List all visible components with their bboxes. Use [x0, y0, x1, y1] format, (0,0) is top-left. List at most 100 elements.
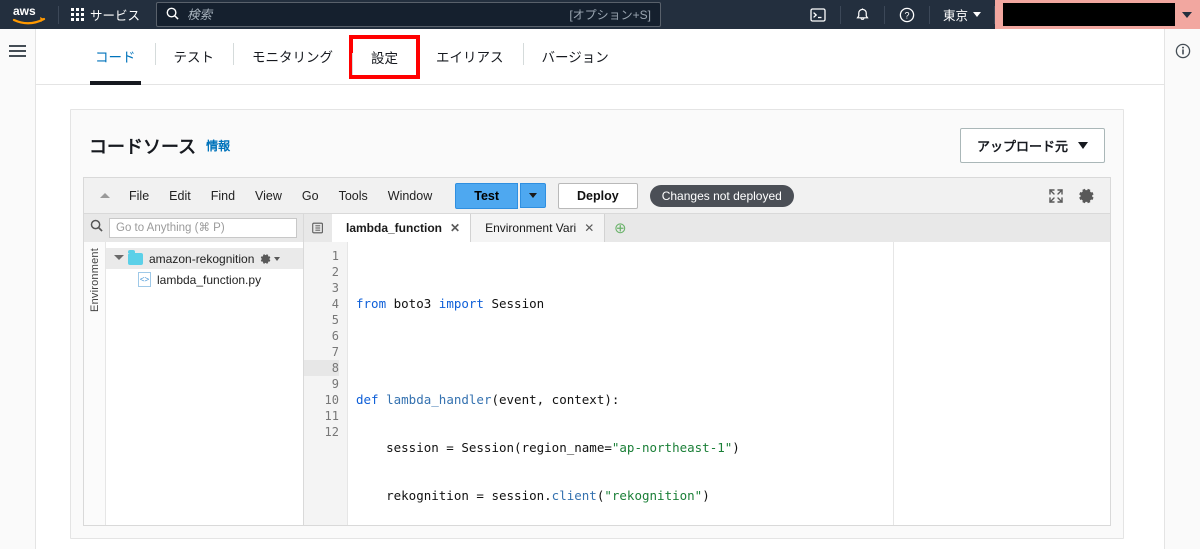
collapse-menu-icon[interactable] — [92, 193, 118, 198]
test-button[interactable]: Test — [455, 182, 519, 209]
goto-anything-input[interactable] — [109, 218, 297, 238]
ide-sidebar: Environment amazon-rekognition — [84, 214, 304, 525]
close-icon[interactable]: ✕ — [450, 221, 460, 235]
page-title: コードソース — [89, 136, 197, 157]
main-content: コード テスト モニタリング 設定 エイリアス バージョン コードソース 情報 … — [36, 29, 1164, 549]
hamburger-menu-icon[interactable] — [9, 45, 26, 57]
help-circle-icon[interactable]: ? — [885, 0, 929, 29]
aws-logo[interactable]: aws — [0, 0, 58, 29]
notifications-bell-icon[interactable] — [841, 0, 884, 29]
line-number: 6 — [331, 329, 339, 343]
chevron-down-icon — [1078, 142, 1088, 149]
tab-test[interactable]: テスト — [154, 28, 234, 84]
deploy-button[interactable]: Deploy — [558, 182, 638, 209]
close-icon[interactable]: ✕ — [584, 221, 594, 235]
info-circle-icon[interactable] — [1175, 43, 1191, 59]
menu-view[interactable]: View — [246, 185, 291, 207]
search-shortcut-hint: [オプション+S] — [569, 8, 652, 22]
code-source-card: コードソース 情報 アップロード元 File Edit Find View Go… — [70, 109, 1124, 539]
line-number: 9 — [331, 377, 339, 391]
tab-label: エイリアス — [436, 50, 504, 65]
services-label: サービス — [90, 9, 141, 23]
code-editor[interactable]: 1 2 3 4 5 6 7 8 9 10 11 12 from boto3 im… — [304, 242, 1110, 525]
code-text[interactable]: from boto3 import Session def lambda_han… — [348, 242, 1110, 525]
search-icon[interactable] — [90, 219, 103, 237]
region-selector[interactable]: 東京 — [930, 0, 994, 29]
global-search-box[interactable]: [オプション+S] — [156, 2, 662, 27]
tabs-list-icon[interactable] — [304, 214, 332, 242]
ide-body: Environment amazon-rekognition — [84, 214, 1110, 525]
folder-icon — [128, 249, 143, 265]
tab-aliases[interactable]: エイリアス — [417, 28, 523, 84]
fullscreen-expand-icon[interactable] — [1048, 188, 1064, 204]
menu-window[interactable]: Window — [379, 185, 441, 207]
nav-right-group: ? 東京 — [796, 0, 1200, 29]
gear-icon[interactable] — [1078, 187, 1096, 205]
chevron-down-icon — [973, 12, 981, 17]
line-number: 3 — [331, 281, 339, 295]
line-number: 12 — [324, 425, 339, 439]
test-dropdown-button[interactable] — [520, 183, 547, 208]
menu-edit[interactable]: Edit — [160, 185, 200, 207]
svg-text:?: ? — [904, 10, 909, 20]
line-number-active: 8 — [304, 360, 339, 376]
search-input[interactable] — [187, 7, 570, 22]
line-number: 2 — [331, 265, 339, 279]
editor-tab-lambda-function[interactable]: lambda_function ✕ — [332, 214, 472, 242]
python-file-icon: <> — [138, 272, 151, 287]
add-tab-plus-icon[interactable]: ⊕ — [605, 214, 635, 242]
chevron-down-icon — [529, 193, 538, 198]
code-source-header: コードソース 情報 アップロード元 — [71, 110, 1123, 177]
function-tab-bar: コード テスト モニタリング 設定 エイリアス バージョン — [36, 29, 1164, 85]
tree-folder-row[interactable]: amazon-rekognition — [106, 248, 303, 269]
chevron-down-icon — [114, 255, 124, 264]
menu-go[interactable]: Go — [293, 185, 328, 207]
tab-code[interactable]: コード — [76, 28, 155, 85]
region-label: 東京 — [942, 9, 968, 23]
tree-file-row[interactable]: <> lambda_function.py — [106, 269, 303, 290]
menu-find[interactable]: Find — [202, 185, 244, 207]
line-number: 5 — [331, 313, 339, 327]
editor-tab-label: Environment Vari — [485, 221, 577, 235]
ide-editor-pane: lambda_function ✕ Environment Vari ✕ ⊕ 1… — [304, 214, 1110, 525]
aws-top-navigation: aws サービス [オプション+S] ? 東京 — [0, 0, 1200, 29]
menu-tools[interactable]: Tools — [330, 185, 377, 207]
account-menu[interactable] — [995, 0, 1200, 29]
left-side-rail — [0, 29, 36, 549]
line-number: 1 — [331, 249, 339, 263]
folder-gear-icon[interactable] — [260, 253, 281, 265]
menu-file[interactable]: File — [120, 185, 158, 207]
file-tree: amazon-rekognition <> lambda_function.py — [106, 242, 303, 525]
tab-monitoring[interactable]: モニタリング — [233, 28, 352, 84]
tab-label: バージョン — [541, 50, 609, 65]
cloud9-ide: File Edit Find View Go Tools Window Test… — [83, 177, 1111, 526]
search-icon — [166, 7, 179, 23]
svg-text:aws: aws — [13, 4, 36, 18]
tree-file-label: lambda_function.py — [157, 272, 262, 287]
tab-versions[interactable]: バージョン — [522, 28, 628, 84]
page-body: コード テスト モニタリング 設定 エイリアス バージョン コードソース 情報 … — [0, 29, 1200, 549]
right-side-rail — [1164, 29, 1200, 549]
services-menu-button[interactable]: サービス — [59, 0, 152, 29]
tab-label: テスト — [173, 50, 215, 65]
tab-configuration[interactable]: 設定 — [349, 34, 420, 79]
editor-tab-bar: lambda_function ✕ Environment Vari ✕ ⊕ — [304, 214, 1110, 242]
upload-from-label: アップロード元 — [976, 139, 1068, 154]
upload-from-button[interactable]: アップロード元 — [959, 128, 1105, 163]
editor-tab-environment-variables[interactable]: Environment Vari ✕ — [471, 214, 606, 242]
environment-strip[interactable]: Environment — [84, 242, 106, 525]
info-link[interactable]: 情報 — [206, 137, 230, 154]
code-line-1: from boto3 import Session — [356, 296, 545, 311]
line-number-gutter: 1 2 3 4 5 6 7 8 9 10 11 12 — [304, 242, 348, 525]
ide-toolbar-right — [1048, 187, 1102, 205]
tab-label: コード — [95, 50, 136, 65]
tab-label: 設定 — [371, 50, 398, 66]
line-number: 10 — [324, 393, 339, 407]
environment-label: Environment — [88, 248, 101, 312]
print-margin-guide — [893, 242, 894, 525]
cloudshell-icon[interactable] — [796, 0, 840, 29]
tab-label: モニタリング — [252, 50, 333, 65]
account-name-redacted — [1003, 3, 1175, 26]
goto-anything-bar — [84, 214, 303, 242]
